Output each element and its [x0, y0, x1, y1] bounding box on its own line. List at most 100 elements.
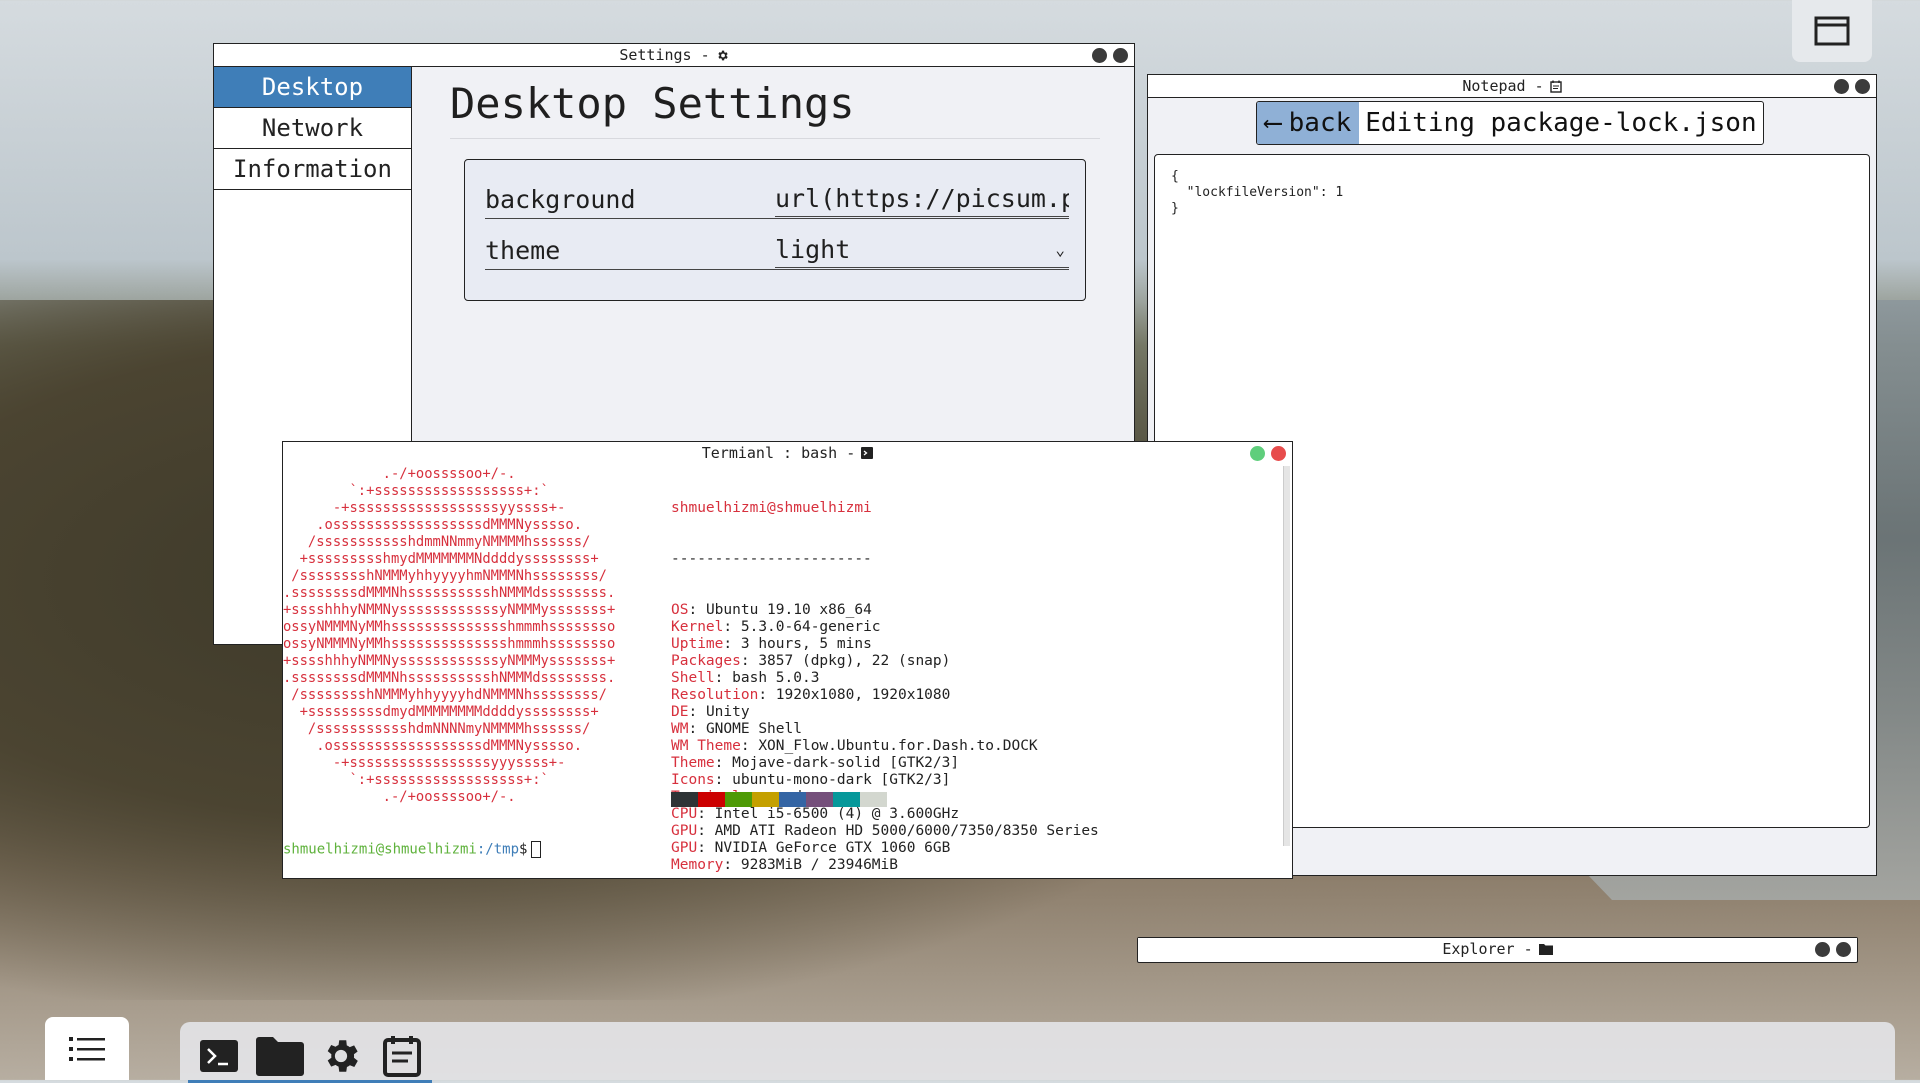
taskbar-terminal[interactable]: [188, 1032, 249, 1083]
notepad-icon: [382, 1036, 421, 1077]
palette-swatch: [698, 792, 725, 807]
theme-label: theme: [485, 235, 561, 265]
prompt-symbol: $: [519, 841, 528, 858]
info-value: 5.3.0-64-generic: [740, 619, 881, 635]
ascii-line: `:+ssssssssssssssssss+:`: [283, 772, 549, 788]
palette-swatch: [779, 792, 806, 807]
palette-swatch: [860, 792, 887, 807]
close-button[interactable]: [1836, 942, 1851, 957]
ascii-line: /sssssssshNMMMyhhyyyyhmNMMMNhssssssss/: [283, 568, 607, 584]
explorer-title: Explorer -: [1442, 940, 1533, 958]
taskbar-explorer[interactable]: [249, 1032, 310, 1083]
separator: -----------------------: [671, 551, 872, 567]
chevron-down-icon: ⌄: [1055, 240, 1065, 259]
info-key: Memory: [671, 857, 724, 873]
explorer-window: Explorer -: [1137, 937, 1858, 963]
terminal-icon: [199, 1040, 238, 1072]
close-button[interactable]: [1113, 48, 1128, 63]
page-title: Desktop Settings: [450, 79, 1100, 139]
ascii-line: ossyNMMMNyMMhsssssssssssssshmmmhssssssso: [283, 619, 616, 635]
palette-swatch: [806, 792, 833, 807]
ascii-line: .ssssssssdMMMNhsssssssssshNMMMdssssssss.: [283, 670, 616, 686]
terminal-window: Termianl : bash - .-/+oossssoo+/-. `:+ss…: [282, 441, 1293, 879]
info-value: 3 hours, 5 mins: [740, 636, 872, 652]
ascii-line: /ssssssssssshdmmNNmmyNMMMMhssssss/: [283, 534, 591, 550]
background-label: background: [485, 184, 636, 214]
terminal-icon: [861, 447, 874, 459]
ascii-line: +ssssssssshmydMMMMMMMNddddyssssssss+: [283, 551, 599, 567]
info-line: Kernel: 5.3.0-64-generic: [671, 619, 881, 635]
settings-title: Settings -: [619, 46, 710, 64]
info-value: Unity: [705, 704, 750, 720]
folder-icon: [1538, 944, 1553, 955]
settings-titlebar[interactable]: Settings -: [214, 44, 1134, 67]
taskbar-settings[interactable]: [310, 1032, 371, 1083]
info-value: Ubuntu 19.10 x86_64: [705, 602, 872, 618]
ascii-line: .ossssssssssssssssssdMMMNysssso.: [283, 738, 583, 754]
info-value: GNOME Shell: [705, 721, 802, 737]
prompt-user: shmuelhizmi@shmuelhizmi: [283, 841, 477, 858]
info-value: 1920x1080, 1920x1080: [775, 687, 951, 703]
info-key: OS: [671, 602, 689, 618]
palette-swatch: [725, 792, 752, 807]
window-layout-button[interactable]: [1792, 0, 1872, 62]
info-value: bash 5.0.3: [732, 670, 820, 686]
ascii-logo: .-/+oossssoo+/-. `:+ssssssssssssssssss+:…: [283, 466, 615, 806]
sidebar-item-network[interactable]: Network: [214, 108, 411, 149]
info-value: 9283MiB / 23946MiB: [740, 857, 898, 873]
notepad-title: Notepad -: [1462, 77, 1544, 95]
gear-icon: [327, 1040, 358, 1072]
ascii-line: .ossssssssssssssssssdMMMNysssso.: [283, 517, 583, 533]
ascii-line: `:+ssssssssssssssssss+:`: [283, 483, 549, 499]
minimize-button[interactable]: [1834, 79, 1849, 94]
settings-panel: background url(https://picsum.ph theme l…: [464, 159, 1086, 301]
info-value: ubuntu-mono-dark [GTK2/3]: [732, 772, 951, 788]
maximize-button[interactable]: [1250, 446, 1265, 461]
palette-swatch: [671, 792, 698, 807]
terminal-titlebar[interactable]: Termianl : bash -: [283, 442, 1292, 464]
theme-select[interactable]: light ⌄: [775, 233, 1069, 268]
info-value: XON_Flow.Ubuntu.for.Dash.to.DOCK: [758, 738, 1038, 754]
info-line: CPU: Intel i5-6500 (4) @ 3.600GHz: [671, 806, 960, 822]
info-line: Resolution: 1920x1080, 1920x1080: [671, 687, 951, 703]
info-value: Mojave-dark-solid [GTK2/3]: [732, 755, 960, 771]
taskbar-notepad[interactable]: [371, 1032, 432, 1083]
ascii-line: .ssssssssdMMMNhsssssssssshNMMMdssssssss.: [283, 585, 616, 601]
sidebar-item-information[interactable]: Information: [214, 149, 411, 190]
info-line: DE: Unity: [671, 704, 750, 720]
color-palette: [671, 792, 887, 807]
close-button[interactable]: [1855, 79, 1870, 94]
ascii-line: /sssssssshNMMMyhhyyyyhdNMMMNhssssssss/: [283, 687, 607, 703]
close-button[interactable]: [1271, 446, 1286, 461]
taskbar: [180, 1022, 1895, 1083]
theme-row: theme light ⌄: [485, 231, 1069, 270]
info-line: GPU: NVIDIA GeForce GTX 1060 6GB: [671, 840, 951, 856]
minimize-button[interactable]: [1815, 942, 1830, 957]
background-input[interactable]: url(https://picsum.ph: [775, 182, 1069, 217]
notepad-icon: [1549, 80, 1562, 93]
ascii-line: +sssssssssdmydMMMMMMMMddddyssssssss+: [283, 704, 599, 720]
ascii-line: ossyNMMMNyMMhsssssssssssssshmmmhssssssso: [283, 636, 616, 652]
notepad-titlebar[interactable]: Notepad -: [1148, 75, 1876, 98]
sidebar-item-desktop[interactable]: Desktop: [214, 67, 411, 108]
info-key: WM Theme: [671, 738, 741, 754]
prompt-path: :/tmp: [476, 841, 520, 858]
info-key: Packages: [671, 653, 741, 669]
minimize-button[interactable]: [1092, 48, 1107, 63]
back-button[interactable]: ⟵ back: [1257, 102, 1360, 144]
info-key: Resolution: [671, 687, 759, 703]
info-value: NVIDIA GeForce GTX 1060 6GB: [714, 840, 951, 856]
info-key: Uptime: [671, 636, 724, 652]
start-menu-button[interactable]: [45, 1017, 129, 1080]
info-key: GPU: [671, 840, 698, 856]
system-info: shmuelhizmi@shmuelhizmi ----------------…: [671, 466, 1099, 908]
notepad-header: ⟵ back Editing package-lock.json: [1256, 101, 1764, 145]
info-value: 3857 (dpkg), 22 (snap): [758, 653, 951, 669]
terminal-title: Termianl : bash -: [701, 444, 856, 462]
shell-prompt[interactable]: shmuelhizmi@shmuelhizmi:/tmp$: [283, 841, 542, 858]
gear-icon: [718, 50, 728, 60]
window-icon: [1814, 16, 1850, 46]
explorer-titlebar[interactable]: Explorer -: [1138, 938, 1857, 960]
scrollbar[interactable]: [1283, 466, 1290, 846]
info-key: Kernel: [671, 619, 724, 635]
